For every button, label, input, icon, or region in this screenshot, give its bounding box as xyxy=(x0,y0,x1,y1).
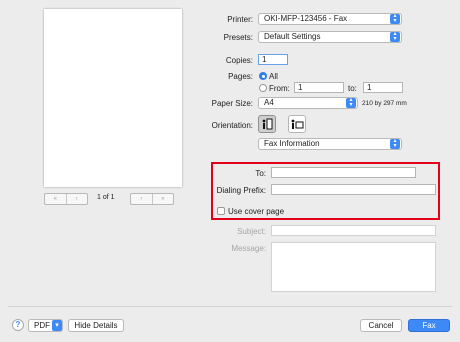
copies-label: Copies: xyxy=(225,56,253,65)
question-icon[interactable]: ? xyxy=(12,319,24,331)
paper-size-popup[interactable]: A4 xyxy=(258,97,358,109)
next-page-button[interactable]: › xyxy=(131,194,152,204)
paper-dimensions: 210 by 297 mm xyxy=(362,100,407,107)
pages-all-label: All xyxy=(269,72,278,81)
print-preview xyxy=(44,9,182,187)
cancel-button[interactable]: Cancel xyxy=(360,319,402,332)
section-popup[interactable]: Fax Information xyxy=(258,138,402,150)
paper-size-value: A4 xyxy=(264,98,274,107)
dialing-prefix-label: Dialing Prefix: xyxy=(216,186,266,195)
pages-from-label: From: xyxy=(269,84,290,93)
last-page-button[interactable]: » xyxy=(151,194,174,204)
subject-field[interactable] xyxy=(271,225,436,236)
first-page-button[interactable]: « xyxy=(45,194,66,204)
message-field[interactable] xyxy=(271,242,436,292)
to-field[interactable] xyxy=(271,167,416,178)
message-label: Message: xyxy=(231,244,266,253)
printer-popup[interactable]: OKI-MFP-123456 - Fax xyxy=(258,13,402,25)
fax-button[interactable]: Fax xyxy=(408,319,450,332)
updown-chevron-icon[interactable]: ▴ ▾ xyxy=(346,97,356,108)
printer-value: OKI-MFP-123456 - Fax xyxy=(264,14,348,23)
preview-nav-forward[interactable]: › » xyxy=(130,193,174,205)
printer-label: Printer: xyxy=(227,15,253,24)
subject-label: Subject: xyxy=(237,227,266,236)
copies-field[interactable]: 1 xyxy=(258,54,288,65)
pages-range-radio[interactable] xyxy=(259,84,267,92)
chevron-down-icon[interactable]: ▾ xyxy=(52,320,62,331)
section-value: Fax Information xyxy=(264,139,320,148)
hide-details-button[interactable]: Hide Details xyxy=(68,319,124,332)
updown-chevron-icon[interactable]: ▴ ▾ xyxy=(390,13,400,24)
to-label: To: xyxy=(255,169,266,178)
pages-label: Pages: xyxy=(228,72,253,81)
footer-divider xyxy=(8,306,452,307)
updown-chevron-icon[interactable]: ▴ ▾ xyxy=(390,138,400,149)
cover-page-label: Use cover page xyxy=(228,207,285,216)
presets-popup[interactable]: Default Settings xyxy=(258,31,402,43)
cover-page-checkbox[interactable] xyxy=(217,207,225,215)
previous-page-button[interactable]: ‹ xyxy=(65,194,88,204)
portrait-orientation-icon[interactable] xyxy=(258,115,276,133)
pages-to-field[interactable]: 1 xyxy=(363,82,403,93)
preview-nav-back[interactable]: « ‹ xyxy=(44,193,88,205)
landscape-orientation-icon[interactable] xyxy=(288,115,306,133)
updown-chevron-icon[interactable]: ▴ ▾ xyxy=(390,31,400,42)
page-indicator: 1 of 1 xyxy=(97,194,115,201)
pages-to-label: to: xyxy=(348,84,357,93)
orientation-label: Orientation: xyxy=(211,121,253,130)
pdf-label: PDF xyxy=(34,321,50,330)
pages-all-radio[interactable] xyxy=(259,72,267,80)
presets-value: Default Settings xyxy=(264,32,321,41)
dialing-prefix-field[interactable] xyxy=(271,184,436,195)
presets-label: Presets: xyxy=(223,33,253,42)
paper-size-label: Paper Size: xyxy=(211,99,253,108)
pages-from-field[interactable]: 1 xyxy=(294,82,344,93)
